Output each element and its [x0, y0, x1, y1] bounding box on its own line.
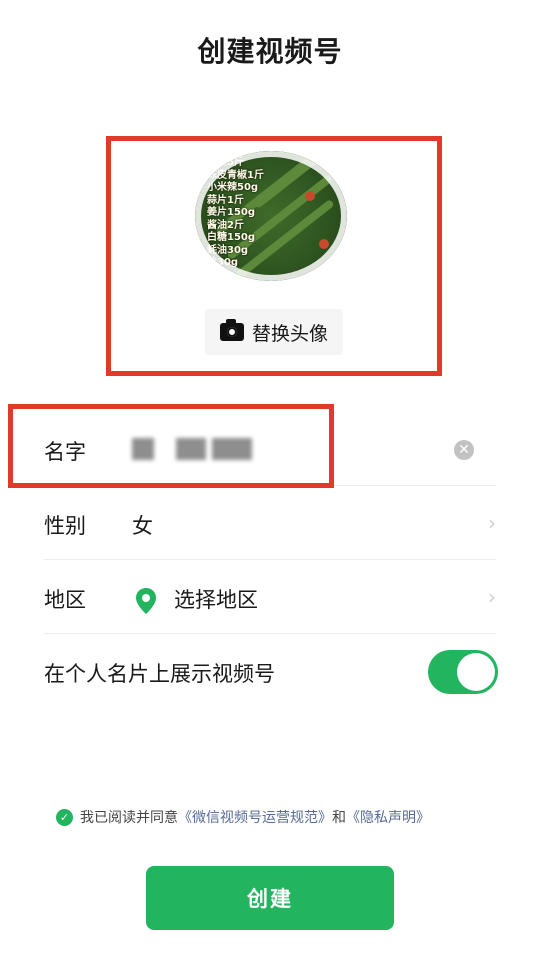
region-label: 地区	[44, 588, 86, 612]
gender-value: 女	[132, 514, 153, 538]
gender-label: 性别	[44, 514, 86, 538]
avatar-image[interactable]: 黄瓜5斤 陈皮青椒1斤 小米辣50g 蒜片1斤 姜片150g 酱油2斤 白糖15…	[195, 151, 347, 281]
region-value: 选择地区	[174, 588, 258, 612]
location-pin-icon	[136, 588, 156, 614]
agreement-line: ✓ 我已阅读并同意《微信视频号运营规范》和《隐私声明》	[56, 807, 430, 827]
create-button[interactable]: 创建	[146, 866, 394, 930]
replace-avatar-button[interactable]: 替换头像	[205, 309, 343, 355]
gender-row[interactable]: 性别 女 ›	[44, 486, 496, 560]
camera-icon	[219, 319, 244, 341]
operation-rules-link[interactable]: 《微信视频号运营规范》	[178, 810, 332, 826]
clear-icon[interactable]: ✕	[454, 440, 474, 460]
replace-avatar-label: 替换头像	[251, 322, 328, 345]
show-on-card-label: 在个人名片上展示视频号	[44, 662, 275, 686]
region-row[interactable]: 地区 选择地区 ›	[44, 560, 496, 634]
check-icon[interactable]: ✓	[56, 808, 73, 826]
show-on-card-toggle[interactable]	[428, 650, 498, 694]
chevron-right-icon: ›	[488, 511, 496, 535]
page-title: 创建视频号	[197, 35, 343, 68]
name-highlight-box	[8, 404, 334, 488]
chevron-right-icon: ›	[488, 585, 496, 609]
privacy-statement-link[interactable]: 《隐私声明》	[346, 810, 430, 826]
avatar-highlight-box: 黄瓜5斤 陈皮青椒1斤 小米辣50g 蒜片1斤 姜片150g 酱油2斤 白糖15…	[106, 136, 442, 376]
